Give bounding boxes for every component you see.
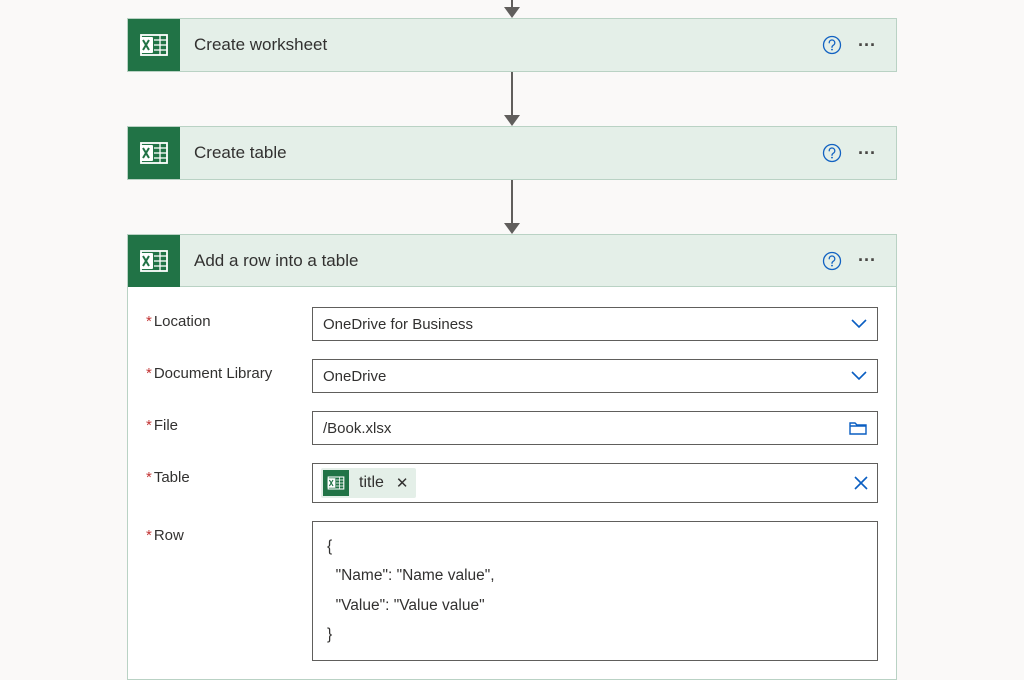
excel-icon: [128, 235, 180, 287]
excel-icon: [323, 470, 349, 496]
help-icon[interactable]: [818, 31, 846, 59]
row-textarea[interactable]: { "Name": "Name value", "Value": "Value …: [312, 521, 878, 661]
library-label: *Document Library: [146, 359, 312, 382]
more-menu-icon[interactable]: ···: [852, 247, 882, 275]
table-label: *Table: [146, 463, 312, 486]
file-label: *File: [146, 411, 312, 434]
more-menu-icon[interactable]: ···: [852, 139, 882, 167]
step-create-table[interactable]: Create table ···: [127, 126, 897, 180]
folder-icon[interactable]: [849, 420, 867, 436]
step-title: Add a row into a table: [180, 251, 818, 271]
location-label: *Location: [146, 307, 312, 330]
file-input[interactable]: /Book.xlsx: [312, 411, 878, 445]
flow-arrow: [504, 72, 520, 126]
flow-arrow: [504, 0, 520, 18]
help-icon[interactable]: [818, 247, 846, 275]
location-select[interactable]: OneDrive for Business: [312, 307, 878, 341]
chevron-down-icon: [851, 371, 867, 381]
step-header[interactable]: Add a row into a table ···: [128, 235, 896, 287]
step-title: Create worksheet: [180, 35, 818, 55]
remove-token-icon[interactable]: ✕: [390, 474, 415, 492]
more-menu-icon[interactable]: ···: [852, 31, 882, 59]
chevron-down-icon: [851, 319, 867, 329]
dynamic-content-token[interactable]: title ✕: [321, 468, 416, 498]
flow-arrow: [504, 180, 520, 234]
excel-icon: [128, 127, 180, 179]
help-icon[interactable]: [818, 139, 846, 167]
row-label: *Row: [146, 521, 312, 544]
excel-icon: [128, 19, 180, 71]
clear-icon[interactable]: [853, 475, 869, 491]
step-create-worksheet[interactable]: Create worksheet ···: [127, 18, 897, 72]
library-select[interactable]: OneDrive: [312, 359, 878, 393]
step-title: Create table: [180, 143, 818, 163]
step-add-row: Add a row into a table ··· *Location One…: [127, 234, 897, 680]
table-input[interactable]: title ✕: [312, 463, 878, 503]
